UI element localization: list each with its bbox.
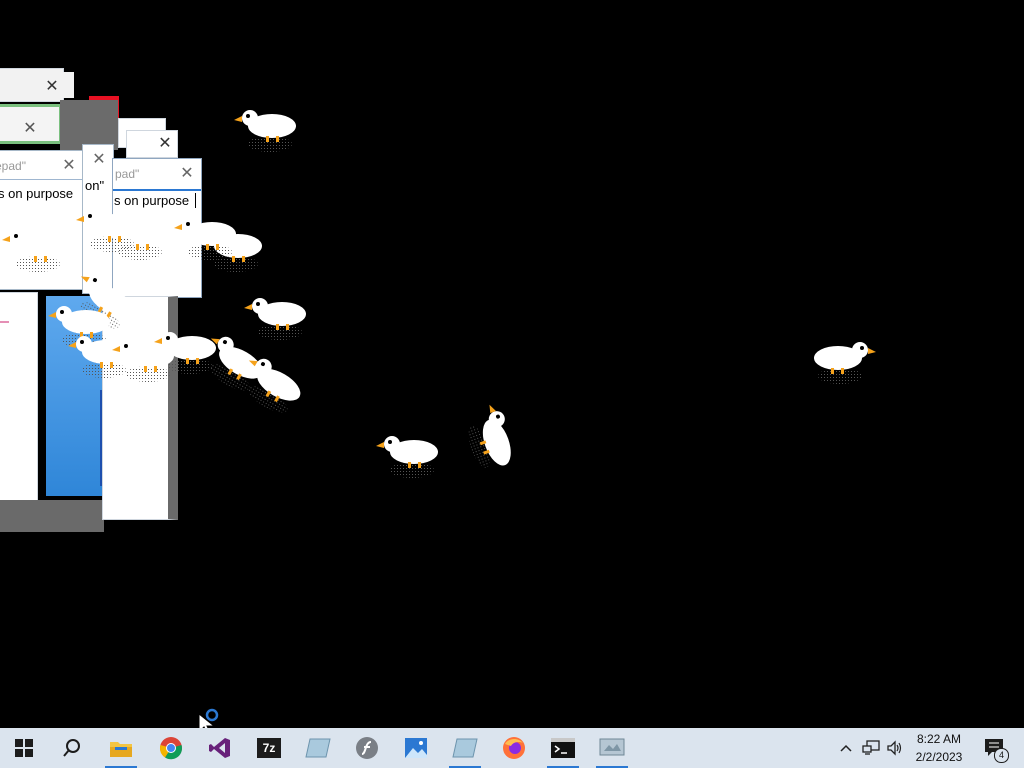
volume-button[interactable] <box>884 728 906 768</box>
network-icon <box>862 740 880 755</box>
terminal-button[interactable] <box>539 728 587 768</box>
goose <box>234 110 296 152</box>
speaker-icon <box>887 740 902 756</box>
file-explorer-button[interactable] <box>97 728 145 768</box>
7zip-button[interactable]: 7z <box>245 728 293 768</box>
chrome-icon <box>159 737 183 760</box>
show-hidden-icons-button[interactable] <box>836 728 856 768</box>
app-button-2[interactable] <box>441 728 489 768</box>
network-button[interactable] <box>860 728 882 768</box>
flash-icon <box>356 737 378 759</box>
chevron-up-icon <box>840 744 852 752</box>
monitor-icon <box>599 738 625 756</box>
windows-logo-icon <box>15 739 33 757</box>
clock-date: 2/2/2023 <box>915 750 963 764</box>
firefox-icon <box>503 737 525 759</box>
chrome-button[interactable] <box>147 728 195 768</box>
glass-tile-icon <box>452 738 478 758</box>
photos-icon <box>405 738 427 758</box>
terminal-icon <box>551 738 575 758</box>
photos-button[interactable] <box>392 728 440 768</box>
flash-button[interactable] <box>343 728 391 768</box>
search-icon <box>63 739 80 757</box>
taskbar: 7z 8:22 AM 2/2/2023 4 <box>0 728 1024 768</box>
goose <box>2 230 64 272</box>
start-button[interactable] <box>0 728 48 768</box>
clock-time: 8:22 AM <box>916 732 962 746</box>
glass-tile-icon <box>305 738 331 758</box>
goose <box>68 336 130 378</box>
taskbar-clock[interactable]: 8:22 AM 2/2/2023 <box>906 730 972 766</box>
firefox-button[interactable] <box>490 728 538 768</box>
7zip-icon: 7z <box>257 738 281 758</box>
visual-studio-button[interactable] <box>196 728 244 768</box>
notification-count-badge: 4 <box>994 748 1009 763</box>
goose <box>459 401 521 475</box>
goose <box>174 218 236 260</box>
app-button[interactable] <box>294 728 342 768</box>
goose <box>814 342 876 384</box>
folder-icon <box>110 742 132 757</box>
goose <box>76 210 138 252</box>
desktop-goose-button[interactable] <box>588 728 636 768</box>
goose <box>376 436 438 478</box>
action-center-button[interactable]: 4 <box>978 728 1012 768</box>
goose <box>244 298 306 340</box>
search-button[interactable] <box>48 728 96 768</box>
geese-layer <box>2 110 876 478</box>
visual-studio-icon <box>209 738 230 758</box>
